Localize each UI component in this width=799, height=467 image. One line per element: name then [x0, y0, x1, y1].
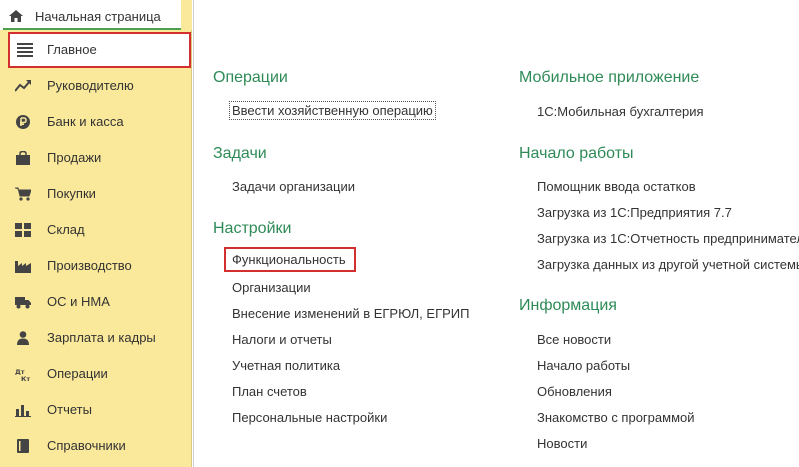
trend-up-icon	[15, 80, 31, 92]
book-icon	[17, 439, 29, 453]
section-title-tasks: Задачи	[213, 145, 267, 162]
section-title-settings: Настройки	[213, 220, 292, 237]
sidebar-item-sales[interactable]: Продажи	[0, 140, 192, 176]
home-icon	[9, 10, 23, 22]
cart-icon	[15, 187, 31, 201]
sidebar-item-label: Отчеты	[47, 402, 92, 417]
link-egrul-changes[interactable]: Внесение изменений в ЕГРЮЛ, ЕГРИП	[232, 306, 469, 321]
sidebar-item-main[interactable]: Главное	[8, 32, 191, 68]
sidebar-item-salary[interactable]: Зарплата и кадры	[0, 320, 192, 356]
link-program-intro[interactable]: Знакомство с программой	[537, 410, 695, 425]
home-tab-underline	[3, 28, 181, 30]
sidebar: Начальная страница Главное Руководителю …	[0, 0, 192, 467]
link-load-from-1c-77[interactable]: Загрузка из 1С:Предприятия 7.7	[537, 205, 732, 220]
sidebar-item-production[interactable]: Производство	[0, 248, 192, 284]
main-panel: Операции Ввести хозяйственную операцию З…	[193, 0, 799, 467]
sidebar-item-label: Главное	[47, 42, 97, 57]
home-tab[interactable]: Начальная страница	[0, 0, 192, 30]
sidebar-item-fixed-assets[interactable]: ОС и НМА	[0, 284, 192, 320]
link-functionality[interactable]: Функциональность	[224, 247, 356, 272]
person-icon	[17, 331, 29, 345]
link-personal-settings[interactable]: Персональные настройки	[232, 410, 387, 425]
menu-lines-icon	[17, 43, 33, 57]
sidebar-item-bank[interactable]: Банк и касса	[0, 104, 192, 140]
sidebar-item-label: ОС и НМА	[47, 294, 110, 309]
link-mobile-accounting[interactable]: 1С:Мобильная бухгалтерия	[537, 104, 704, 119]
link-balance-entry-wizard[interactable]: Помощник ввода остатков	[537, 179, 696, 194]
bar-chart-icon	[15, 405, 31, 417]
svg-text:Кт: Кт	[21, 375, 30, 381]
shopping-bag-icon	[16, 151, 30, 165]
ruble-coin-icon	[16, 115, 30, 129]
link-all-news[interactable]: Все новости	[537, 332, 611, 347]
truck-icon	[15, 297, 31, 309]
link-getting-started[interactable]: Начало работы	[537, 358, 630, 373]
link-organization-tasks[interactable]: Задачи организации	[232, 179, 355, 194]
link-accounting-policy[interactable]: Учетная политика	[232, 358, 340, 373]
section-title-information: Информация	[519, 297, 617, 314]
sidebar-item-purchases[interactable]: Покупки	[0, 176, 192, 212]
sidebar-item-label: Справочники	[47, 438, 126, 453]
link-chart-of-accounts[interactable]: План счетов	[232, 384, 307, 399]
sidebar-item-label: Производство	[47, 258, 132, 273]
sidebar-item-label: Продажи	[47, 150, 102, 165]
sidebar-item-reports[interactable]: Отчеты	[0, 392, 192, 428]
sidebar-item-label: Банк и касса	[47, 114, 124, 129]
link-load-from-1c-reporting[interactable]: Загрузка из 1С:Отчетность предпринимател…	[537, 231, 799, 246]
link-organizations[interactable]: Организации	[232, 280, 311, 295]
sidebar-item-label: Руководителю	[47, 78, 134, 93]
link-taxes-reports[interactable]: Налоги и отчеты	[232, 332, 332, 347]
link-load-from-other-system[interactable]: Загрузка данных из другой учетной систем…	[537, 257, 799, 272]
sidebar-item-directories[interactable]: Справочники	[0, 428, 192, 464]
sidebar-item-label: Зарплата и кадры	[47, 330, 156, 345]
sidebar-item-label: Операции	[47, 366, 108, 381]
section-title-getting-started: Начало работы	[519, 145, 634, 162]
link-news[interactable]: Новости	[537, 436, 587, 451]
link-updates[interactable]: Обновления	[537, 384, 612, 399]
factory-icon	[15, 261, 31, 273]
sidebar-item-warehouse[interactable]: Склад	[0, 212, 192, 248]
section-title-operations: Операции	[213, 69, 288, 86]
sidebar-item-manager[interactable]: Руководителю	[0, 68, 192, 104]
sidebar-item-label: Склад	[47, 222, 85, 237]
sidebar-item-operations[interactable]: Дт Кт Операции	[0, 356, 192, 392]
home-tab-label: Начальная страница	[35, 9, 161, 24]
section-title-mobile-app: Мобильное приложение	[519, 69, 700, 86]
warehouse-grid-icon	[15, 223, 31, 237]
sidebar-item-label: Покупки	[47, 186, 96, 201]
debit-credit-icon: Дт Кт	[15, 368, 30, 381]
link-enter-business-operation[interactable]: Ввести хозяйственную операцию	[229, 101, 436, 120]
